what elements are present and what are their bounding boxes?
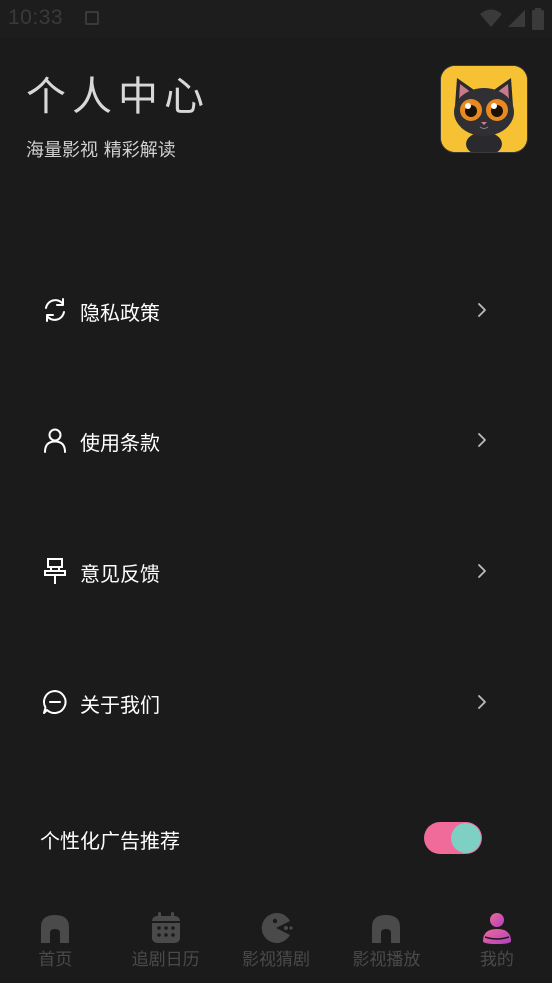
nav-item-drama-calendar[interactable]: 追剧日历 (110, 903, 220, 983)
avatar[interactable] (441, 66, 527, 152)
page-title: 个人中心 (26, 74, 210, 120)
menu-item-label: 关于我们 (80, 693, 160, 717)
nav-label: 首页 (38, 950, 73, 970)
nav-label: 追剧日历 (131, 950, 200, 970)
personalized-ads-row: 个性化广告推荐 (0, 808, 552, 868)
bottom-nav: 首页 追剧日历 影视猜剧 影视播放 我的 (0, 903, 552, 983)
personalized-ads-label: 个性化广告推荐 (40, 829, 180, 853)
refresh-icon (45, 298, 65, 322)
toggle-knob (451, 823, 481, 853)
nav-item-mine[interactable]: 我的 (442, 903, 552, 983)
menu-item-terms-of-use[interactable]: 使用条款 (0, 410, 552, 470)
black-cat-avatar-icon (441, 66, 527, 152)
menu-item-privacy-policy[interactable]: 隐私政策 (0, 280, 552, 340)
menu-item-label: 使用条款 (80, 431, 160, 455)
menu-item-label: 意见反馈 (80, 562, 160, 586)
chat-icon (43, 690, 67, 714)
nav-label: 影视猜剧 (242, 950, 311, 970)
nav-item-video-play[interactable]: 影视播放 (331, 903, 441, 983)
menu-item-feedback[interactable]: 意见反馈 (0, 541, 552, 601)
chevron-right-icon (478, 303, 486, 317)
status-bar: 10:33 (0, 0, 552, 38)
house-icon (372, 915, 401, 943)
calendar-icon (151, 912, 180, 943)
status-icons (480, 8, 544, 30)
nav-label: 影视播放 (352, 950, 421, 970)
menu-item-about-us[interactable]: 关于我们 (0, 672, 552, 732)
chevron-right-icon (478, 695, 486, 709)
nav-item-guess-drama[interactable]: 影视猜剧 (221, 903, 331, 983)
chevron-right-icon (478, 564, 486, 578)
personalized-ads-toggle[interactable] (424, 822, 482, 854)
wifi-icon (480, 9, 502, 27)
nav-label: 我的 (479, 950, 514, 970)
page-subtitle: 海量影视 精彩解读 (26, 140, 176, 161)
nav-item-home[interactable]: 首页 (0, 903, 110, 983)
menu-item-label: 隐私政策 (80, 301, 160, 325)
status-time: 10:33 (8, 6, 64, 29)
pin-icon (44, 558, 66, 584)
user-icon (44, 428, 66, 453)
profile-icon (482, 913, 511, 944)
signal-icon (508, 10, 525, 27)
battery-icon (532, 8, 544, 30)
home-icon (41, 915, 70, 943)
notification-app-icon (85, 11, 99, 25)
chevron-right-icon (478, 433, 486, 447)
pacman-icon (261, 913, 293, 943)
